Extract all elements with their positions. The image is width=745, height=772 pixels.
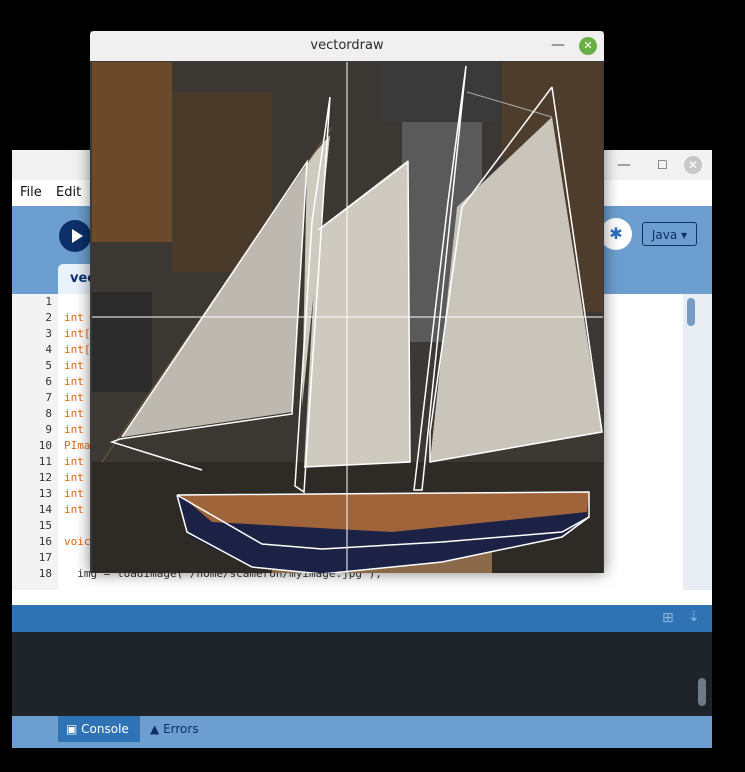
code-line[interactable]: int — [64, 407, 84, 420]
code-line[interactable]: int — [64, 391, 84, 404]
mode-select[interactable]: Java ▾ — [642, 222, 697, 246]
console-tabs: ▣ Console ▲ Errors — [12, 716, 712, 748]
line-number: 10 — [38, 439, 52, 452]
line-number: 7 — [45, 391, 52, 404]
editor-scroll-thumb[interactable] — [687, 298, 695, 326]
close-icon[interactable]: ✕ — [684, 156, 702, 174]
line-number: 14 — [38, 503, 52, 516]
line-number: 5 — [45, 359, 52, 372]
code-line[interactable]: int[ — [64, 343, 91, 356]
line-number: 1 — [45, 295, 52, 308]
window-title: vectordraw — [310, 38, 384, 53]
terminal-icon: ▣ — [66, 722, 78, 736]
code-line[interactable]: int — [64, 359, 84, 372]
code-line[interactable]: int — [64, 503, 84, 516]
line-number: 13 — [38, 487, 52, 500]
code-line[interactable]: int — [64, 423, 84, 436]
line-number-gutter: 1 2 3 4 5 6 7 8 9 10 11 12 13 14 15 16 17 18 — [12, 294, 58, 590]
code-line[interactable]: int — [64, 375, 84, 388]
errors-tab-label: Errors — [163, 722, 199, 736]
line-number: 9 — [45, 423, 52, 436]
line-number: 4 — [45, 343, 52, 356]
code-line[interactable]: int — [64, 471, 84, 484]
close-icon[interactable]: ✕ — [579, 37, 597, 55]
run-button[interactable] — [59, 220, 91, 252]
vectordraw-window: vectordraw — ✕ — [90, 31, 604, 573]
line-number: 2 — [45, 311, 52, 324]
console-output — [12, 632, 712, 716]
code-line[interactable]: PIma — [64, 439, 91, 452]
add-icon[interactable]: ⊞ — [662, 610, 674, 626]
menu-file[interactable]: File — [20, 185, 42, 200]
line-number: 11 — [38, 455, 52, 468]
line-number: 18 — [38, 567, 52, 580]
maximize-icon[interactable]: ☐ — [657, 156, 668, 174]
tab-console[interactable]: ▣ Console — [58, 716, 140, 742]
line-number: 16 — [38, 535, 52, 548]
console-header: ⊞ ⇣ — [12, 605, 712, 632]
code-line[interactable]: voic — [64, 535, 91, 548]
drawing-canvas[interactable] — [92, 62, 603, 573]
ceiling — [380, 62, 500, 122]
collapse-icon[interactable]: ⇣ — [688, 609, 700, 625]
minimize-icon[interactable]: — — [617, 156, 631, 174]
code-line[interactable]: int — [64, 311, 84, 324]
line-number: 3 — [45, 327, 52, 340]
code-line[interactable]: int — [64, 455, 84, 468]
mode-label: Java — [651, 228, 678, 242]
minimize-icon[interactable]: — — [551, 37, 565, 53]
warning-icon: ▲ — [150, 722, 160, 736]
tab-errors[interactable]: ▲ Errors — [150, 716, 199, 742]
code-line[interactable]: int[ — [64, 327, 91, 340]
line-number: 12 — [38, 471, 52, 484]
console-tab-label: Console — [81, 722, 129, 736]
line-number: 6 — [45, 375, 52, 388]
editor-scrollbar[interactable] — [683, 294, 712, 590]
console-scroll-thumb[interactable] — [698, 678, 706, 706]
line-number: 17 — [38, 551, 52, 564]
cabinet — [92, 62, 172, 242]
vectordraw-titlebar[interactable]: vectordraw — ✕ — [90, 31, 604, 61]
menu-edit[interactable]: Edit — [56, 185, 81, 200]
table — [92, 292, 152, 392]
code-line[interactable]: int — [64, 487, 84, 500]
line-number: 8 — [45, 407, 52, 420]
debugger-icon[interactable]: ✱ — [600, 218, 632, 250]
line-number: 15 — [38, 519, 52, 532]
